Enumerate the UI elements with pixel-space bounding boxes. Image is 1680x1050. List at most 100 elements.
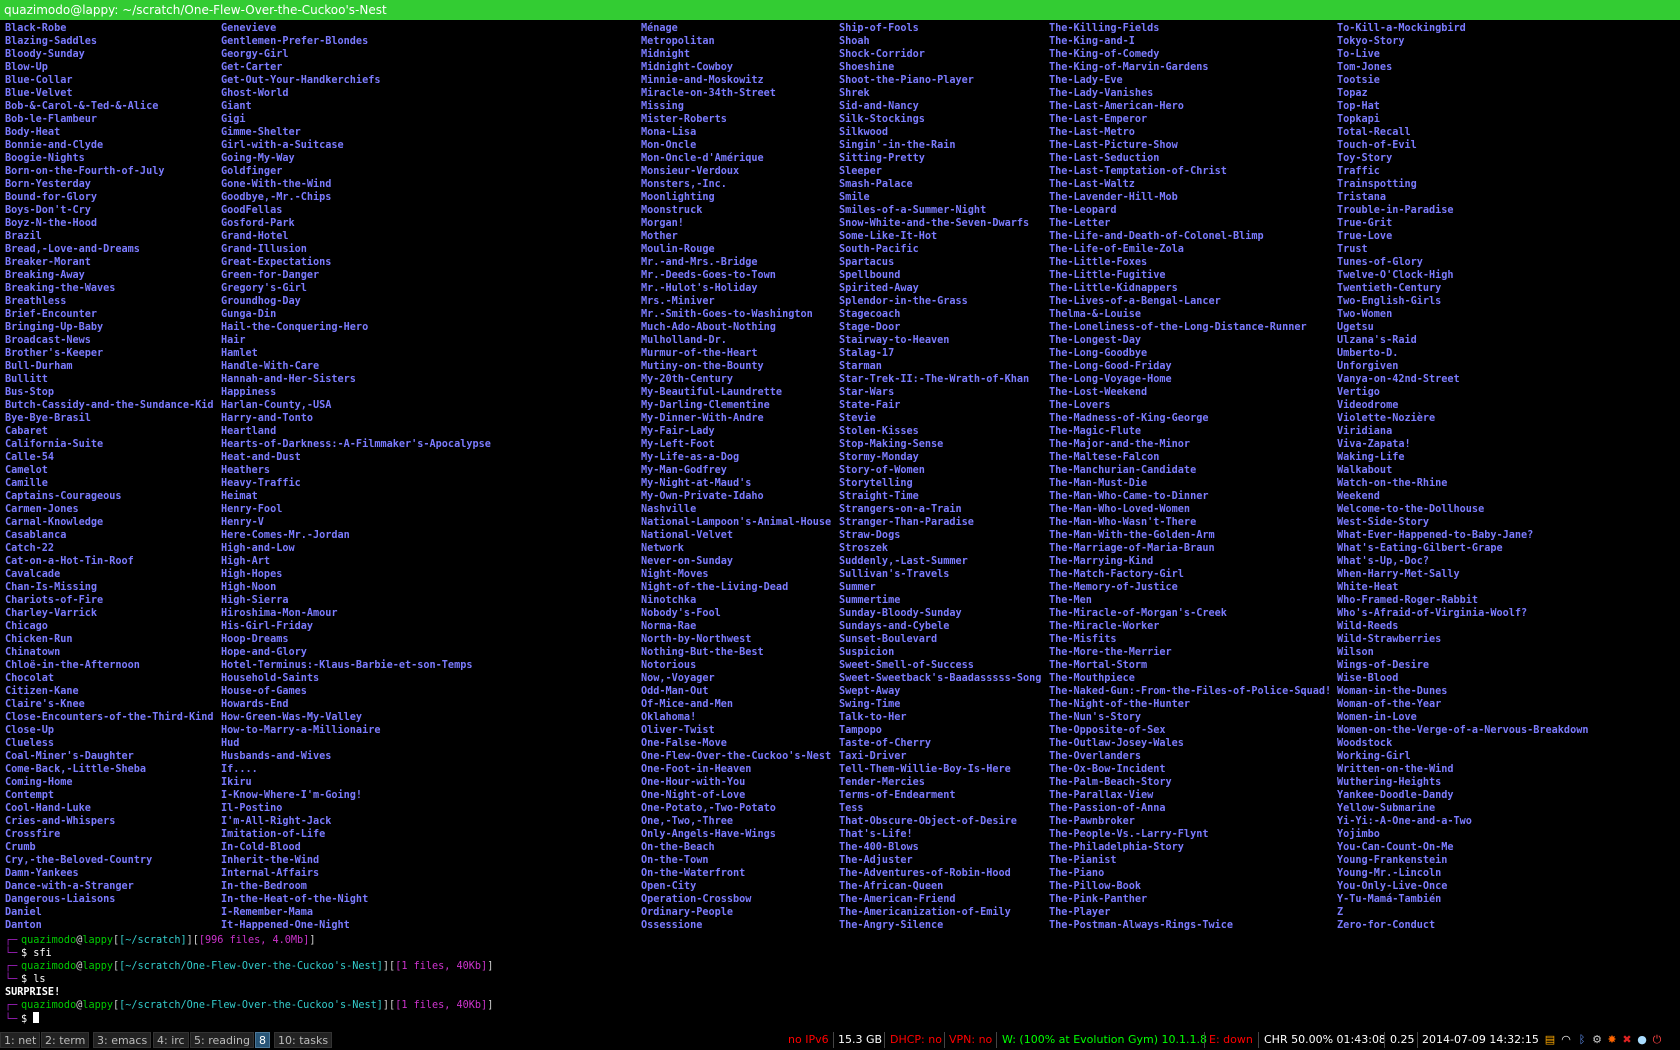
directory-entry: Imitation-of-Life — [221, 829, 326, 840]
directory-entry: Strangers-on-a-Train — [839, 504, 962, 515]
alert-icon[interactable]: ✸ — [1606, 1033, 1618, 1046]
directory-entry: Get-Out-Your-Handkerchiefs — [221, 75, 381, 86]
volume-icon[interactable]: ● — [1636, 1033, 1648, 1046]
directory-entry: Straight-Time — [839, 491, 919, 502]
calendar-icon[interactable]: ▤ — [1544, 1033, 1556, 1046]
directory-entry: Bringing-Up-Baby — [5, 322, 104, 333]
directory-entry: One-Night-of-Love — [641, 790, 746, 801]
directory-entry: The-Pillow-Book — [1049, 881, 1142, 892]
directory-entry: The-Little-Kidnappers — [1049, 283, 1178, 294]
directory-entry: Bob-&-Carol-&-Ted-&-Alice — [5, 101, 159, 112]
directory-entry: Ménage — [641, 23, 678, 34]
directory-entry: Bonnie-and-Clyde — [5, 140, 104, 151]
directory-entry: Top-Hat — [1337, 101, 1380, 112]
command-output-line: SURPRISE! — [5, 986, 1675, 999]
directory-entry: The-Angry-Silence — [839, 920, 944, 931]
directory-entry: You-Only-Live-Once — [1337, 881, 1448, 892]
directory-entry: Shock-Corridor — [839, 49, 925, 60]
directory-entry: Nashville — [641, 504, 697, 515]
command-line[interactable]: └─ $ — [5, 1012, 1675, 1025]
status-divider — [884, 1032, 885, 1048]
wifi-icon[interactable]: ◠ — [1560, 1033, 1572, 1046]
directory-entry: The-Ox-Bow-Incident — [1049, 764, 1166, 775]
directory-entry: Harlan-County,-USA — [221, 400, 332, 411]
directory-entry: Who-Framed-Roger-Rabbit — [1337, 595, 1479, 606]
directory-entry: Trust — [1337, 244, 1368, 255]
directory-entry: The-Lives-of-a-Bengal-Lancer — [1049, 296, 1221, 307]
listing-column: The-Killing-Fields The-King-and-I The-King… — [1049, 22, 1331, 932]
status-divider — [1417, 1032, 1418, 1048]
directory-entry: Butch-Cassidy-and-the-Sundance-Kid — [5, 400, 214, 411]
directory-entry: Mon-Oncle-d'Amérique — [641, 153, 764, 164]
prompt-symbol: $ — [21, 1014, 34, 1025]
directory-entry: The-Killing-Fields — [1049, 23, 1160, 34]
ethernet-status: E: down — [1209, 1033, 1253, 1046]
directory-entry: Star-Wars — [839, 387, 895, 398]
status-bar: 1: net 2: term 3: emacs 4: irc 5: readin… — [0, 1030, 1680, 1050]
settings-icon[interactable]: ⚙ — [1591, 1033, 1603, 1046]
directory-entry: Chinatown — [5, 647, 61, 658]
workspace-button[interactable]: 3: emacs — [93, 1032, 152, 1048]
listing-column: Black-Robe Blazing-Saddles Bloody-Sunday Bl… — [5, 22, 214, 932]
directory-entry: The-Long-Goodbye — [1049, 348, 1148, 359]
directory-entry: Claire's-Knee — [5, 699, 85, 710]
command-text: ls — [33, 974, 46, 985]
directory-entry: Mr.-Hulot's-Holiday — [641, 283, 758, 294]
directory-entry: How-to-Marry-a-Millionaire — [221, 725, 381, 736]
directory-entry: Captains-Courageous — [5, 491, 122, 502]
directory-entry: Grand-Hotel — [221, 231, 289, 242]
directory-entry: The-Marriage-of-Maria-Braun — [1049, 543, 1215, 554]
workspace-button[interactable]: 4: irc — [153, 1032, 189, 1048]
directory-entry: Swing-Time — [839, 699, 901, 710]
directory-entry: Norma-Rae — [641, 621, 697, 632]
directory-entry: I-Remember-Mama — [221, 907, 314, 918]
directory-entry: Unforgiven — [1337, 361, 1399, 372]
directory-entry: Smile — [839, 192, 870, 203]
directory-entry: Bull-Durham — [5, 361, 73, 372]
directory-entry: Woodstock — [1337, 738, 1393, 749]
prompt-bracket-top: ┌─ — [5, 1000, 18, 1011]
directory-entry: Swept-Away — [839, 686, 901, 697]
directory-entry: Clueless — [5, 738, 55, 749]
shell-session: ┌─ quazimodo@lappy[[~/scratch]][[996 file… — [5, 934, 1675, 1025]
network-icon[interactable]: ✖ — [1621, 1033, 1633, 1046]
bluetooth-icon[interactable]: ᛒ — [1576, 1033, 1588, 1046]
directory-entry: The-Life-and-Death-of-Colonel-Blimp — [1049, 231, 1264, 242]
directory-entry: Hope-and-Glory — [221, 647, 307, 658]
directory-entry: Brief-Encounter — [5, 309, 98, 320]
directory-entry: Stalag-17 — [839, 348, 895, 359]
directory-entry: Household-Saints — [221, 673, 320, 684]
directory-entry: Cool-Hand-Luke — [5, 803, 91, 814]
directory-entry: Spellbound — [839, 270, 901, 281]
command-output: SURPRISE! — [5, 987, 61, 998]
directory-entry: Women-in-Love — [1337, 712, 1417, 723]
directory-entry: Genevieve — [221, 23, 277, 34]
directory-entry: Toy-Story — [1337, 153, 1393, 164]
directory-entry: Traffic — [1337, 166, 1380, 177]
window-title-bar[interactable]: quazimodo@lappy: ~/scratch/One-Flew-Over… — [0, 0, 1680, 20]
directory-entry: Spartacus — [839, 257, 895, 268]
directory-entry: North-by-Northwest — [641, 634, 752, 645]
directory-entry: Born-on-the-Fourth-of-July — [5, 166, 165, 177]
directory-entry: Gregory's-Girl — [221, 283, 307, 294]
directory-entry: Total-Recall — [1337, 127, 1411, 138]
command-line: └─ $ sfi — [5, 947, 1675, 960]
directory-entry: His-Girl-Friday — [221, 621, 314, 632]
terminal-window[interactable]: Black-Robe Blazing-Saddles Bloody-Sunday Bl… — [0, 20, 1680, 1038]
workspace-button[interactable]: 1: net — [0, 1032, 41, 1048]
directory-entry: Of-Mice-and-Men — [641, 699, 734, 710]
workspace-button[interactable]: 5: reading — [190, 1032, 254, 1048]
directory-entry: GoodFellas — [221, 205, 283, 216]
listing-column: Ship-of-Fools Shoah Shock-Corridor Shoeshin… — [839, 22, 1041, 932]
power-icon[interactable]: ⏻ — [1651, 1033, 1663, 1046]
workspace-button[interactable]: 2: term — [41, 1032, 90, 1048]
directory-entry: Wise-Blood — [1337, 673, 1399, 684]
directory-entry: The-Life-of-Emile-Zola — [1049, 244, 1184, 255]
workspace-button[interactable]: 8 — [255, 1032, 270, 1048]
directory-entry: West-Side-Story — [1337, 517, 1430, 528]
workspace-button[interactable]: 10: tasks — [274, 1032, 333, 1048]
directory-entry: Mutiny-on-the-Bounty — [641, 361, 764, 372]
directory-entry: My-20th-Century — [641, 374, 734, 385]
directory-entry: Breathless — [5, 296, 67, 307]
directory-entry: Taste-of-Cherry — [839, 738, 932, 749]
